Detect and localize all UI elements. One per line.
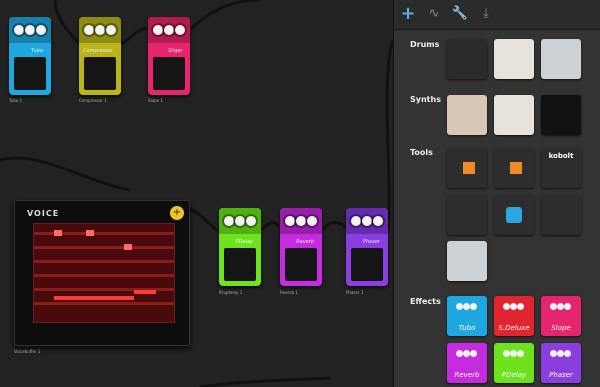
drum-machine-1[interactable] <box>447 39 487 79</box>
device-logo: VOICE <box>27 209 60 218</box>
pedal-caption: Tubo 1 <box>9 98 23 103</box>
pedal-caption: Slope 1 <box>148 98 163 103</box>
footswitch[interactable] <box>14 57 46 90</box>
knob-icon[interactable] <box>296 216 306 226</box>
knob-icon[interactable] <box>175 25 185 35</box>
drum-machine-2[interactable] <box>494 39 534 79</box>
knob-icon[interactable] <box>25 25 35 35</box>
knob-icon[interactable] <box>84 25 94 35</box>
effect-slope[interactable]: Slope <box>541 296 581 336</box>
voicebuffer-device[interactable]: VOICE <box>14 200 190 346</box>
device-library-panel: + ∿ 🔧 ⤓ Drums Synths Tools kobolt Effect… <box>393 0 600 387</box>
knob-icon[interactable] <box>14 25 24 35</box>
pedal-label: Tubo <box>31 48 43 54</box>
synth-3[interactable] <box>541 95 581 135</box>
sequencer-screen[interactable] <box>33 223 175 323</box>
knob-icon[interactable] <box>351 216 361 226</box>
phaser-pedal[interactable]: Phaser <box>346 208 388 286</box>
footswitch[interactable] <box>84 57 116 90</box>
compressor-pedal[interactable]: Compressor <box>79 17 121 95</box>
knob-icon[interactable] <box>106 25 116 35</box>
effect-tubo[interactable]: Tubo <box>447 296 487 336</box>
knob-icon[interactable] <box>95 25 105 35</box>
section-tools: Tools <box>410 148 433 157</box>
section-synths: Synths <box>410 95 441 104</box>
pedal-label: Slope <box>168 48 182 54</box>
effect-reverb[interactable]: Reverb <box>447 343 487 383</box>
knob-icon[interactable] <box>235 216 245 226</box>
knob-icon[interactable] <box>285 216 295 226</box>
footswitch[interactable] <box>224 248 256 281</box>
pedal-label: Phaser <box>363 239 380 245</box>
footswitch[interactable] <box>351 248 383 281</box>
add-icon[interactable]: + <box>399 5 417 23</box>
slope-pedal[interactable]: Slope <box>148 17 190 95</box>
pedal-label: Reverb <box>296 239 314 245</box>
knob-icon[interactable] <box>246 216 256 226</box>
knob-icon[interactable] <box>164 25 174 35</box>
synth-2[interactable] <box>494 95 534 135</box>
footswitch[interactable] <box>285 248 317 281</box>
reverb-pedal[interactable]: Reverb <box>280 208 322 286</box>
tool-reverse[interactable] <box>447 148 487 188</box>
effect-pdelay[interactable]: PDelay <box>494 343 534 383</box>
pdelay-pedal[interactable]: PDelay <box>219 208 261 286</box>
knob-icon[interactable] <box>224 216 234 226</box>
add-connection-button[interactable]: + <box>170 206 184 220</box>
tool-play[interactable] <box>494 148 534 188</box>
pedal-caption: Phaser 1 <box>346 290 364 295</box>
tool-mixer[interactable] <box>447 195 487 235</box>
knob-icon[interactable] <box>373 216 383 226</box>
section-drums: Drums <box>410 40 440 49</box>
footswitch[interactable] <box>153 57 185 90</box>
tool-sliders[interactable] <box>541 195 581 235</box>
knob-icon[interactable] <box>362 216 372 226</box>
synth-1[interactable] <box>447 95 487 135</box>
workspace-canvas[interactable]: Tubo Tubo 1 Compressor Compressor 1 Slop… <box>0 0 393 387</box>
effect-s-deluxe[interactable]: S.Deluxe <box>494 296 534 336</box>
tool-kobolt[interactable]: kobolt <box>541 148 581 188</box>
panel-tabs: + ∿ 🔧 ⤓ <box>394 0 600 30</box>
knob-icon[interactable] <box>36 25 46 35</box>
pedal-label: PDelay <box>235 239 253 245</box>
drum-machine-3[interactable] <box>541 39 581 79</box>
waveform-icon[interactable]: ∿ <box>425 5 443 23</box>
pedal-caption: Pingdelay 1 <box>219 290 243 295</box>
tubo-pedal[interactable]: Tubo <box>9 17 51 95</box>
section-effects: Effects <box>410 297 441 306</box>
pedal-caption: Reverb 1 <box>280 290 298 295</box>
knob-icon[interactable] <box>153 25 163 35</box>
pedal-label: Compressor <box>82 48 113 54</box>
wrench-icon[interactable]: 🔧 <box>451 5 469 23</box>
tool-fader[interactable] <box>447 241 487 281</box>
tool-scope[interactable] <box>494 195 534 235</box>
device-caption: Voicebuffer 1 <box>14 349 41 354</box>
export-icon[interactable]: ⤓ <box>477 5 495 23</box>
effect-phaser[interactable]: Phaser <box>541 343 581 383</box>
pedal-caption: Compressor 1 <box>79 98 107 103</box>
knob-icon[interactable] <box>307 216 317 226</box>
